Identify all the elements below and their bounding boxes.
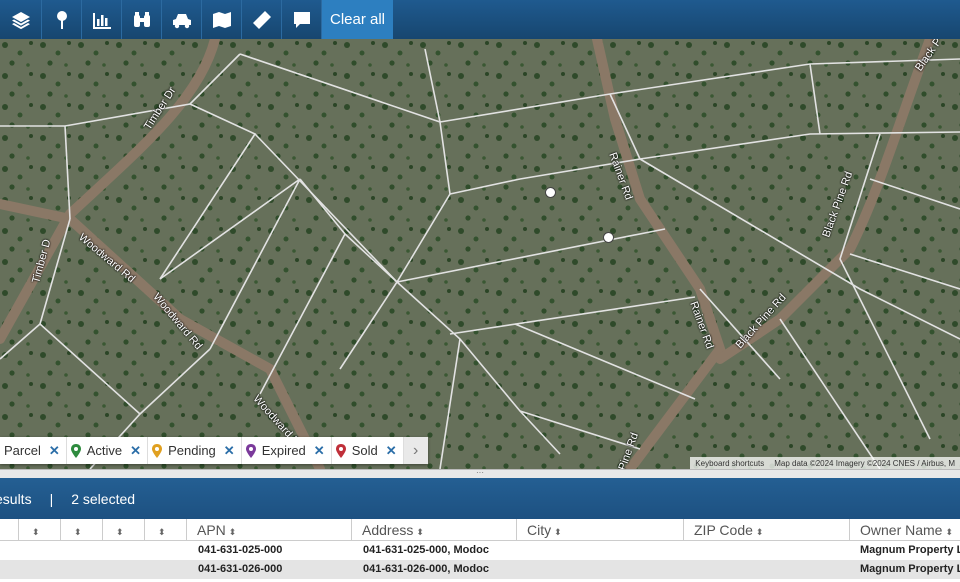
- keyboard-shortcuts-link[interactable]: Keyboard shortcuts: [690, 459, 769, 468]
- sort-icon: ⬍: [32, 527, 40, 537]
- column-header-sort-4[interactable]: ⬍: [144, 519, 186, 541]
- column-header-sort-1[interactable]: ⬍: [18, 519, 60, 541]
- clear-all-button[interactable]: Clear all: [322, 0, 394, 39]
- map-pin-icon: [335, 443, 346, 458]
- table-row[interactable]: 041-631-026-000 041-631-026-000, Modoc M…: [0, 560, 960, 579]
- map-data-text: Map data ©2024 Imagery ©2024 CNES / Airb…: [774, 458, 955, 468]
- legend-item-active[interactable]: Active ✕: [67, 437, 149, 464]
- map-legend: Parcel ✕ Active ✕ Pending ✕ Expired ✕ So…: [0, 437, 428, 464]
- chart-button[interactable]: [82, 0, 122, 39]
- legend-item-expired[interactable]: Expired ✕: [242, 437, 332, 464]
- cell-address: 041-631-026-000, Modoc: [363, 563, 489, 575]
- legend-item-pending[interactable]: Pending ✕: [148, 437, 242, 464]
- legend-label-expired: Expired: [261, 443, 306, 458]
- sort-icon: ⬍: [158, 527, 166, 537]
- map-pin-icon: [56, 10, 67, 29]
- binoculars-button[interactable]: [122, 0, 162, 39]
- map-toolbar: Clear all: [0, 0, 960, 39]
- legend-label-pending: Pending: [168, 443, 216, 458]
- map-pin-icon: [70, 443, 81, 458]
- comment-icon: [293, 11, 310, 28]
- legend-item-parcel[interactable]: Parcel ✕: [0, 437, 67, 464]
- close-icon[interactable]: ✕: [49, 443, 60, 459]
- column-label-address: Address: [362, 522, 414, 538]
- pin-button[interactable]: [42, 0, 82, 39]
- layers-icon: [11, 11, 30, 29]
- column-header-city[interactable]: City ⬍: [516, 519, 683, 541]
- satellite-map[interactable]: Timber Dr Timber D Woodward Rd Woodward …: [0, 39, 960, 469]
- sort-icon: ⬍: [116, 527, 124, 537]
- sort-icon: ⬍: [228, 527, 237, 537]
- column-header-address[interactable]: Address ⬍: [351, 519, 516, 541]
- map-pin-icon: [245, 443, 256, 458]
- selected-count: 2 selected: [71, 490, 136, 507]
- legend-item-sold[interactable]: Sold ✕: [332, 437, 404, 464]
- parcel-marker-1[interactable]: [545, 187, 556, 198]
- legend-next-button[interactable]: ›: [403, 437, 428, 464]
- resize-handle[interactable]: ···: [0, 469, 960, 478]
- table-row[interactable]: 041-631-025-000 041-631-025-000, Modoc M…: [0, 541, 960, 560]
- column-header-apn[interactable]: APN ⬍: [186, 519, 351, 541]
- results-count: esults: [0, 490, 32, 507]
- layers-button[interactable]: [0, 0, 42, 39]
- column-label-apn: APN: [197, 522, 226, 538]
- column-header-sort-3[interactable]: ⬍: [102, 519, 144, 541]
- map-attribution: Keyboard shortcuts Map data ©2024 Imager…: [690, 457, 960, 469]
- ruler-button[interactable]: [242, 0, 282, 39]
- column-header-owner[interactable]: Owner Name ⬍: [849, 519, 960, 541]
- cell-owner: Magnum Property Llc: [860, 563, 960, 575]
- sort-icon: ⬍: [755, 527, 764, 537]
- sort-icon: ⬍: [74, 527, 82, 537]
- sort-icon: ⬍: [554, 527, 562, 537]
- column-label-owner: Owner Name: [860, 522, 943, 538]
- cell-apn: 041-631-025-000: [198, 544, 283, 556]
- chart-icon: [92, 12, 111, 29]
- close-icon[interactable]: ✕: [386, 443, 397, 459]
- close-icon[interactable]: ✕: [224, 443, 235, 459]
- legend-label-active: Active: [86, 443, 123, 458]
- cell-owner: Magnum Property Llc: [860, 544, 960, 556]
- results-separator: |: [49, 490, 54, 507]
- column-header-sort-2[interactable]: ⬍: [60, 519, 102, 541]
- legend-label-parcel: Parcel: [4, 443, 41, 458]
- cell-apn: 041-631-026-000: [198, 563, 283, 575]
- close-icon[interactable]: ✕: [130, 443, 141, 459]
- column-header-zip[interactable]: ZIP Code ⬍: [683, 519, 849, 541]
- cell-address: 041-631-025-000, Modoc: [363, 544, 489, 556]
- results-bar: esults | 2 selected: [0, 478, 960, 519]
- legend-label-sold: Sold: [351, 443, 378, 458]
- car-button[interactable]: [162, 0, 202, 39]
- parcel-marker-2[interactable]: [603, 232, 614, 243]
- ruler-icon: [252, 10, 271, 29]
- binoculars-icon: [133, 11, 150, 27]
- map-imagery: [0, 39, 960, 469]
- table-header: ⬍ ⬍ ⬍ ⬍ APN ⬍ Address ⬍ City ⬍ ZIP Code ⬍ Ow…: [0, 519, 960, 541]
- comment-button[interactable]: [282, 0, 322, 39]
- close-icon[interactable]: ✕: [314, 443, 325, 459]
- column-label-zip: ZIP Code: [694, 522, 753, 538]
- sort-icon: ⬍: [416, 527, 424, 537]
- results-table: ⬍ ⬍ ⬍ ⬍ APN ⬍ Address ⬍ City ⬍ ZIP Code ⬍ Ow…: [0, 519, 960, 582]
- sort-icon: ⬍: [945, 527, 954, 537]
- map-pin-icon: [152, 443, 163, 458]
- map-button[interactable]: [202, 0, 242, 39]
- column-label-city: City: [527, 522, 552, 538]
- map-icon: [212, 11, 231, 28]
- car-icon: [172, 13, 191, 28]
